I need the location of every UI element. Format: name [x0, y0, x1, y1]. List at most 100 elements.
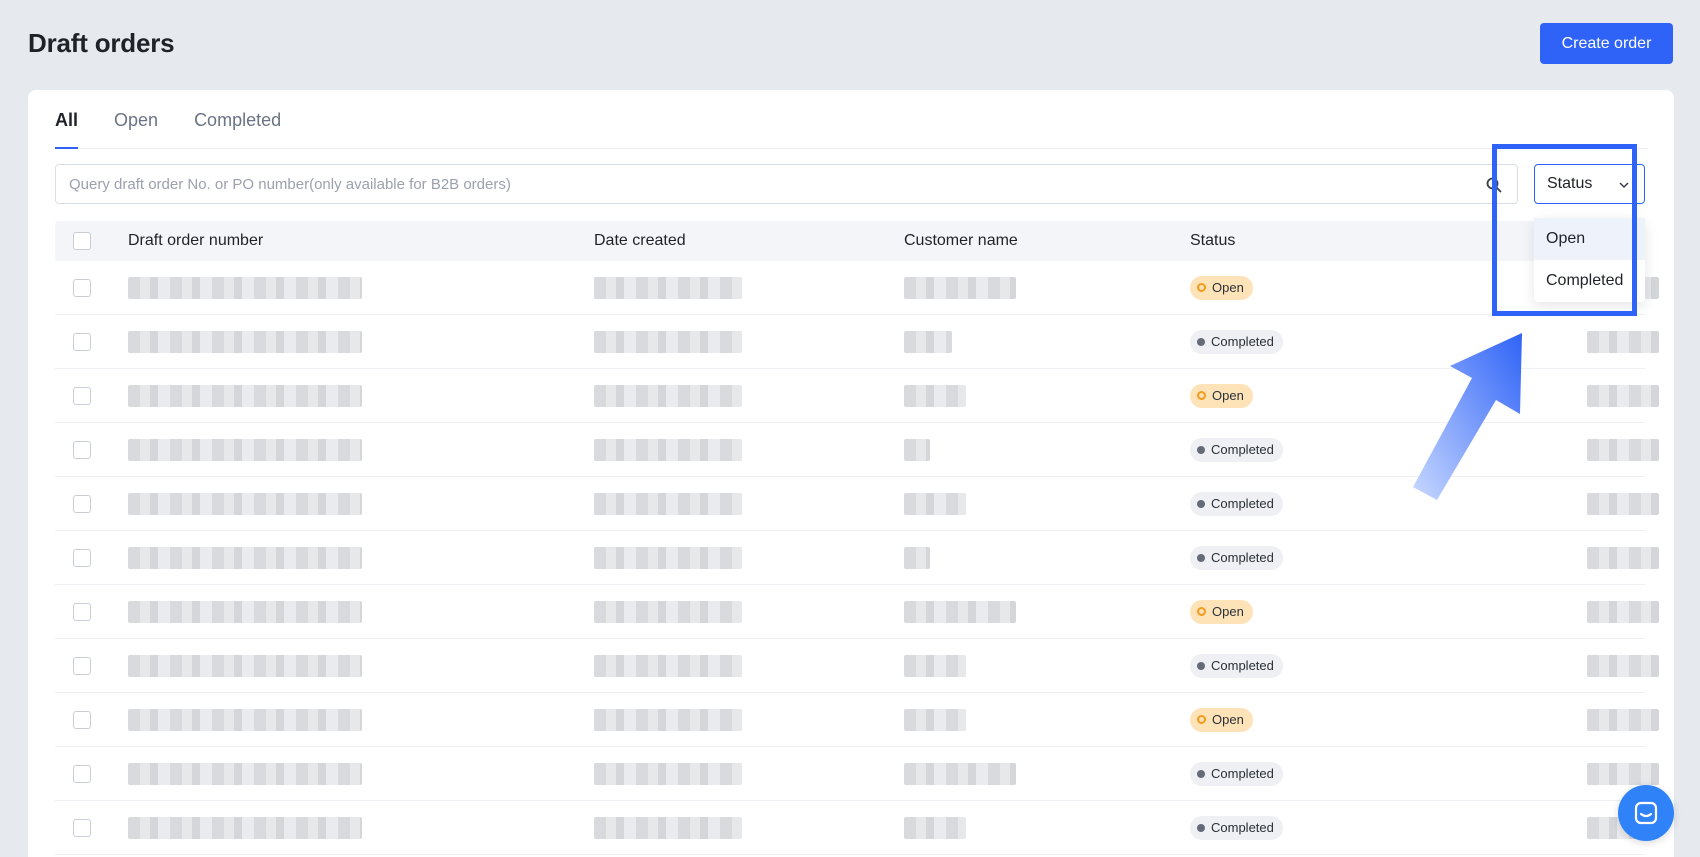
status-cell: Open: [1190, 599, 1253, 624]
search-box: [55, 164, 1518, 204]
customer-name-redacted: [904, 276, 1016, 299]
row-checkbox[interactable]: [73, 764, 91, 783]
table-row[interactable]: Completed: [55, 315, 1659, 369]
column-header-customer: Customer name: [904, 232, 1018, 249]
status-badge: Completed: [1190, 329, 1283, 354]
date-created-redacted: [594, 546, 742, 569]
row-checkbox[interactable]: [73, 440, 91, 459]
draft-order-number-redacted[interactable]: [128, 546, 362, 569]
draft-order-number-redacted[interactable]: [128, 600, 362, 623]
status-badge-label: Open: [1212, 712, 1244, 727]
table-row[interactable]: Open: [55, 585, 1659, 639]
row-checkbox[interactable]: [73, 494, 91, 513]
table-row[interactable]: Completed: [55, 801, 1659, 855]
table-row[interactable]: Completed: [55, 531, 1659, 585]
row-checkbox[interactable]: [73, 332, 91, 351]
date-created-redacted: [594, 762, 742, 785]
customer-name-redacted: [904, 492, 966, 515]
status-badge-label: Completed: [1211, 496, 1274, 511]
customer-name-redacted: [904, 816, 966, 839]
status-completed-icon: [1197, 769, 1205, 778]
pointer-arrow: [1413, 333, 1522, 500]
table-row[interactable]: Completed: [55, 477, 1659, 531]
chat-bubble-button[interactable]: [1618, 785, 1674, 841]
row-checkbox[interactable]: [73, 278, 91, 297]
customer-name-redacted: [904, 330, 952, 353]
row-extra-redacted: [1587, 708, 1659, 731]
status-open-icon: [1197, 391, 1206, 400]
date-created-redacted: [594, 816, 742, 839]
table-row[interactable]: Open: [55, 693, 1659, 747]
draft-order-number-redacted[interactable]: [128, 276, 362, 299]
draft-order-number-redacted[interactable]: [128, 816, 362, 839]
customer-name-redacted: [904, 438, 930, 461]
row-checkbox[interactable]: [73, 710, 91, 729]
status-badge: Completed: [1190, 491, 1283, 516]
status-cell: Completed: [1190, 815, 1283, 840]
row-checkbox[interactable]: [73, 548, 91, 567]
row-checkbox[interactable]: [73, 602, 91, 621]
table-row[interactable]: Completed: [55, 423, 1659, 477]
table-row[interactable]: Completed: [55, 639, 1659, 693]
status-badge-label: Completed: [1211, 820, 1274, 835]
status-badge-label: Completed: [1211, 766, 1274, 781]
tab-completed[interactable]: Completed: [194, 110, 281, 148]
draft-order-number-redacted[interactable]: [128, 330, 362, 353]
date-created-redacted: [594, 438, 742, 461]
search-input[interactable]: [56, 165, 1517, 203]
status-badge: Completed: [1190, 545, 1283, 570]
status-cell: Completed: [1190, 761, 1283, 786]
draft-order-number-redacted[interactable]: [128, 762, 362, 785]
status-badge-label: Completed: [1211, 658, 1274, 673]
date-created-redacted: [594, 330, 742, 353]
date-created-redacted: [594, 600, 742, 623]
status-badge: Completed: [1190, 653, 1283, 678]
table-row[interactable]: Completed: [55, 747, 1659, 801]
search-icon[interactable]: [1485, 176, 1503, 194]
status-badge: Completed: [1190, 815, 1283, 840]
row-extra-redacted: [1587, 600, 1659, 623]
status-filter-select[interactable]: Status: [1534, 164, 1645, 204]
draft-order-number-redacted[interactable]: [128, 384, 362, 407]
customer-name-redacted: [904, 546, 930, 569]
status-open-icon: [1197, 607, 1206, 616]
select-all-checkbox[interactable]: [73, 232, 91, 250]
draft-order-number-redacted[interactable]: [128, 438, 362, 461]
date-created-redacted: [594, 276, 742, 299]
draft-order-number-redacted[interactable]: [128, 492, 362, 515]
customer-name-redacted: [904, 762, 1016, 785]
tab-open[interactable]: Open: [114, 110, 158, 148]
status-cell: Open: [1190, 707, 1253, 732]
status-completed-icon: [1197, 445, 1205, 454]
status-badge: Open: [1190, 599, 1253, 624]
table-row[interactable]: Open: [55, 261, 1659, 315]
status-cell: Completed: [1190, 491, 1283, 516]
status-badge-label: Open: [1212, 604, 1244, 619]
status-option-open[interactable]: Open: [1534, 218, 1645, 260]
chevron-down-icon: [1619, 182, 1629, 189]
row-checkbox[interactable]: [73, 818, 91, 837]
customer-name-redacted: [904, 654, 966, 677]
status-cell: Completed: [1190, 437, 1283, 462]
row-checkbox[interactable]: [73, 386, 91, 405]
row-checkbox[interactable]: [73, 656, 91, 675]
row-extra-redacted: [1587, 762, 1659, 785]
status-badge-label: Open: [1212, 280, 1244, 295]
status-open-icon: [1197, 715, 1206, 724]
row-extra-redacted: [1587, 546, 1659, 569]
tab-bar: All Open Completed: [55, 90, 1647, 149]
chat-icon: [1634, 801, 1658, 825]
table-row[interactable]: Open: [55, 369, 1659, 423]
table-header: Draft order number Date created Customer…: [55, 221, 1645, 261]
tab-all[interactable]: All: [55, 110, 79, 149]
page-title: Draft orders: [28, 28, 175, 58]
date-created-redacted: [594, 708, 742, 731]
create-order-button[interactable]: Create order: [1540, 23, 1673, 64]
column-header-date: Date created: [594, 232, 686, 249]
draft-order-number-redacted[interactable]: [128, 708, 362, 731]
column-header-number: Draft order number: [128, 232, 264, 249]
row-extra-redacted: [1587, 384, 1659, 407]
orders-table: Draft order number Date created Customer…: [55, 221, 1659, 855]
draft-order-number-redacted[interactable]: [128, 654, 362, 677]
status-option-completed[interactable]: Completed: [1534, 260, 1645, 302]
